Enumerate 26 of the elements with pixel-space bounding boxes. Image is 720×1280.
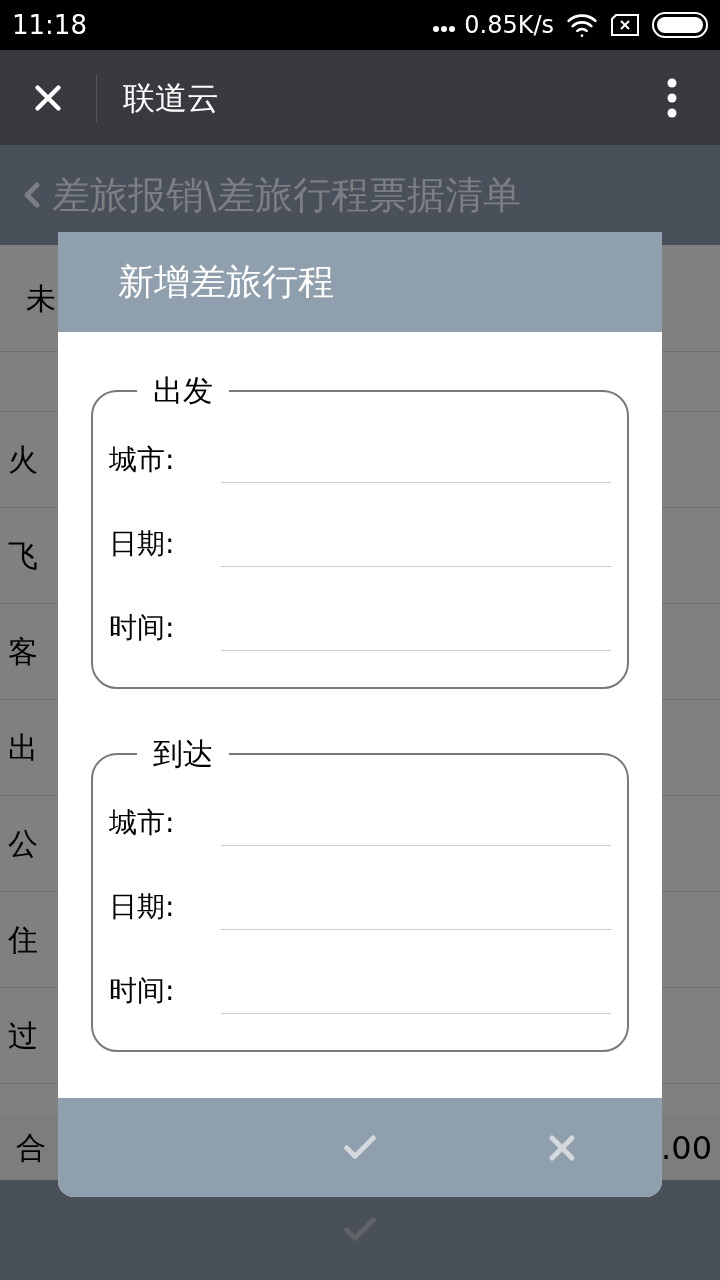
field-label: 城市: bbox=[109, 805, 176, 841]
status-time: 11:18 bbox=[12, 8, 87, 42]
dots-icon bbox=[432, 25, 457, 33]
total-label: 合 bbox=[16, 1129, 46, 1167]
row-label: 公 bbox=[8, 825, 38, 863]
row-label: 出 bbox=[8, 729, 38, 767]
field-label: 城市: bbox=[109, 442, 176, 478]
field-label: 时间: bbox=[109, 610, 176, 646]
battery-icon bbox=[652, 12, 708, 38]
network-speed: 0.85K/s bbox=[464, 10, 554, 41]
row-label: 火 bbox=[8, 441, 38, 479]
dialog-title: 新增差旅行程 bbox=[118, 260, 334, 304]
app-title: 联道云 bbox=[123, 77, 220, 119]
sim-icon bbox=[610, 14, 640, 36]
field-label: 日期: bbox=[109, 526, 176, 562]
section-legend: 出发 bbox=[137, 368, 229, 413]
field-label: 日期: bbox=[109, 889, 176, 925]
row-label: 未 bbox=[26, 279, 56, 318]
section-legend: 到达 bbox=[137, 731, 229, 776]
row-label: 客 bbox=[8, 633, 38, 671]
more-icon bbox=[667, 77, 677, 118]
row-label: 飞 bbox=[8, 537, 38, 575]
total-value: .00 bbox=[661, 1127, 712, 1169]
row-label: 过 bbox=[8, 1017, 38, 1055]
field-label: 时间: bbox=[109, 973, 176, 1009]
row-label: 住 bbox=[8, 921, 38, 959]
